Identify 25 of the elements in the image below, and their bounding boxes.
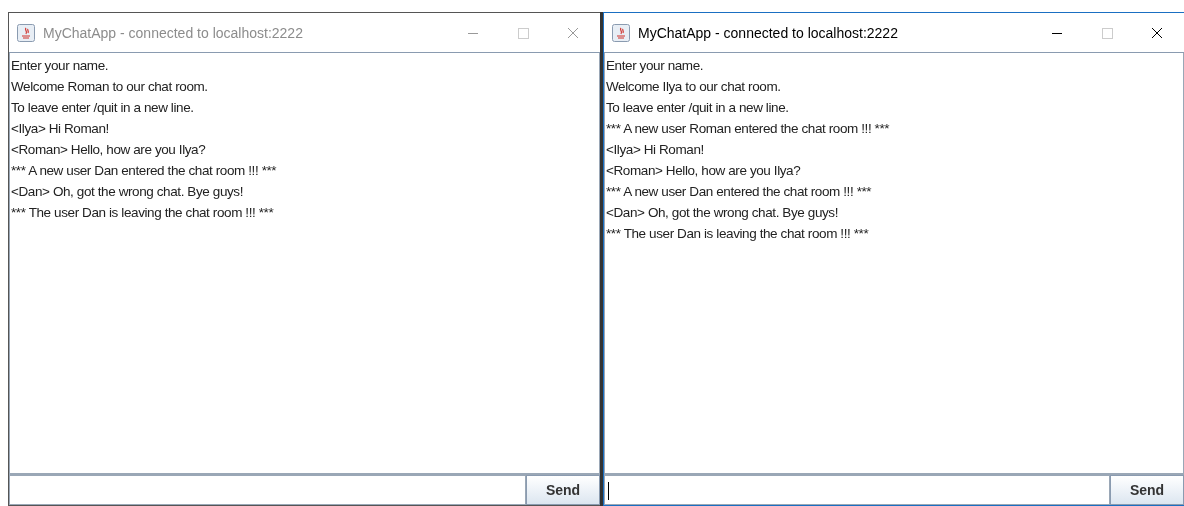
- chat-message: *** A new user Dan entered the chat room !!! ***: [11, 162, 278, 180]
- message-input[interactable]: [9, 475, 526, 505]
- chat-message: <Ilya> Hi Roman!: [606, 141, 705, 159]
- window-title: MyChatApp - connected to localhost:2222: [43, 24, 304, 41]
- send-button[interactable]: Send: [1110, 475, 1184, 505]
- chat-message: *** The user Dan is leaving the chat room !!! ***: [606, 225, 870, 243]
- chat-message: *** A new user Roman entered the chat room !!! ***: [606, 120, 891, 138]
- java-icon: [612, 23, 630, 42]
- chat-message: <Roman> Hello, how are you Ilya?: [606, 162, 802, 180]
- chat-message: <Dan> Oh, got the wrong chat. Bye guys!: [606, 204, 840, 222]
- chat-message: *** The user Dan is leaving the chat room !!! ***: [11, 204, 275, 222]
- chat-message: <Dan> Oh, got the wrong chat. Bye guys!: [11, 183, 245, 201]
- chat-message: To leave enter /quit in a new line.: [11, 99, 195, 117]
- chat-message: *** A new user Dan entered the chat room !!! ***: [606, 183, 873, 201]
- chat-message: <Roman> Hello, how are you Ilya?: [11, 141, 207, 159]
- send-button[interactable]: Send: [526, 475, 600, 505]
- chat-message: Welcome Roman to our chat room.: [11, 78, 209, 96]
- java-icon: [17, 23, 35, 42]
- chat-message: Enter your name.: [11, 57, 110, 75]
- chat-message: To leave enter /quit in a new line.: [606, 99, 790, 117]
- window-title: MyChatApp - connected to localhost:2222: [638, 24, 899, 41]
- chat-message: <Ilya> Hi Roman!: [11, 120, 110, 138]
- chat-message: Welcome Ilya to our chat room.: [606, 78, 782, 96]
- chat-message: Enter your name.: [606, 57, 705, 75]
- message-input[interactable]: [604, 475, 1110, 505]
